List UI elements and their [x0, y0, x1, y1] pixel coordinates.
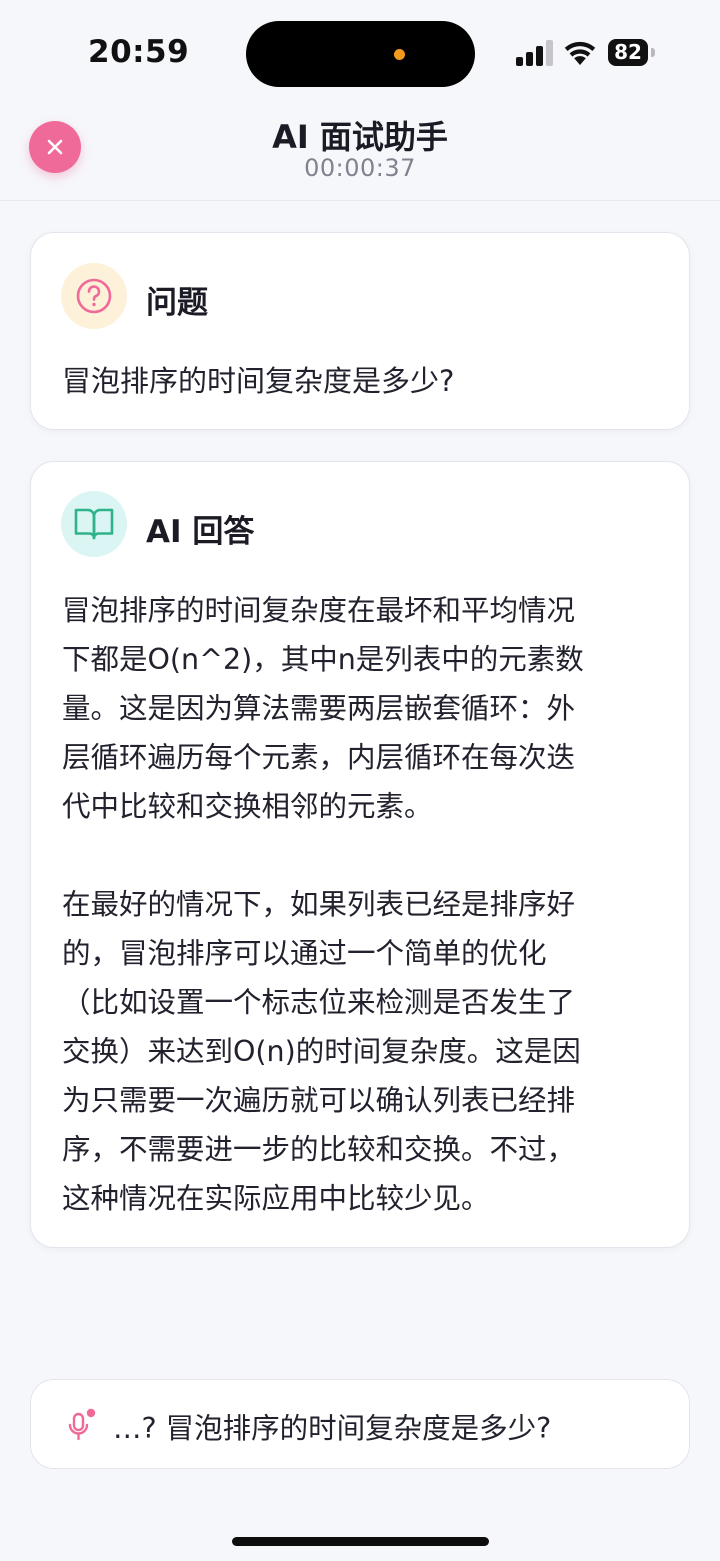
- dynamic-island: [246, 21, 475, 87]
- open-book-icon: [74, 508, 114, 540]
- question-text: 冒泡排序的时间复杂度是多少?: [62, 364, 455, 398]
- status-time: 20:59: [88, 34, 190, 70]
- live-transcript-bar: …? 冒泡排序的时间复杂度是多少?: [30, 1379, 690, 1469]
- island-indicator-dot: [394, 49, 405, 60]
- status-bar: 20:59 82: [0, 0, 720, 108]
- answer-icon-badge: [61, 491, 127, 557]
- microphone-icon: [68, 1408, 96, 1441]
- answer-title: AI 回答: [146, 514, 255, 550]
- session-timer: 00:00:37: [304, 154, 416, 182]
- transcript-text: …? 冒泡排序的时间复杂度是多少?: [113, 1412, 552, 1445]
- page-title: AI 面试助手: [272, 118, 448, 156]
- question-card: 问题 冒泡排序的时间复杂度是多少?: [30, 232, 690, 430]
- wifi-icon: [564, 41, 596, 65]
- cellular-signal-icon: [516, 40, 553, 66]
- answer-paragraph: 冒泡排序的时间复杂度在最坏和平均情况 下都是O(n^2)，其中n是列表中的元素数…: [62, 594, 584, 823]
- home-indicator[interactable]: [232, 1537, 489, 1546]
- answer-card: AI 回答 冒泡排序的时间复杂度在最坏和平均情况 下都是O(n^2)，其中n是列…: [30, 461, 690, 1248]
- answer-body: 冒泡排序的时间复杂度在最坏和平均情况 下都是O(n^2)，其中n是列表中的元素数…: [62, 586, 662, 1272]
- battery-icon: 82: [608, 39, 655, 66]
- answer-paragraph: 在最好的情况下，如果列表已经是排序好 的，冒泡排序可以通过一个简单的优化 （比如…: [62, 888, 581, 1215]
- app-header: AI 面试助手 00:00:37: [0, 108, 720, 201]
- question-title: 问题: [146, 285, 208, 321]
- question-icon-badge: [61, 263, 127, 329]
- question-circle-icon: [76, 278, 112, 314]
- battery-level: 82: [608, 39, 648, 66]
